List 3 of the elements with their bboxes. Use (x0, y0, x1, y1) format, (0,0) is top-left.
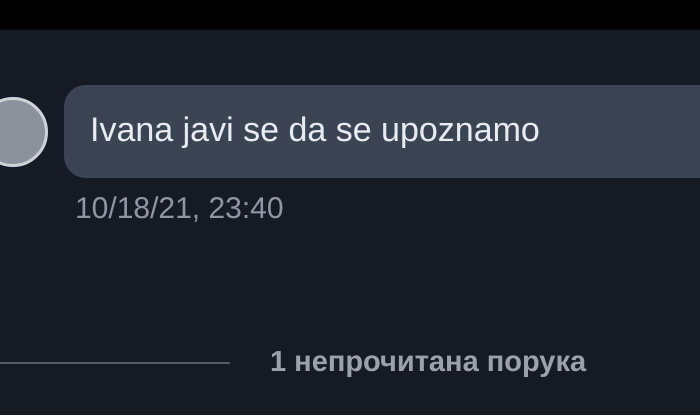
unread-divider-label: 1 непрочитана порука (270, 346, 586, 379)
message-timestamp: 10/18/21, 23:40 (75, 192, 285, 226)
message-bubble: Ivana javi se da se upoznamo (64, 85, 700, 178)
